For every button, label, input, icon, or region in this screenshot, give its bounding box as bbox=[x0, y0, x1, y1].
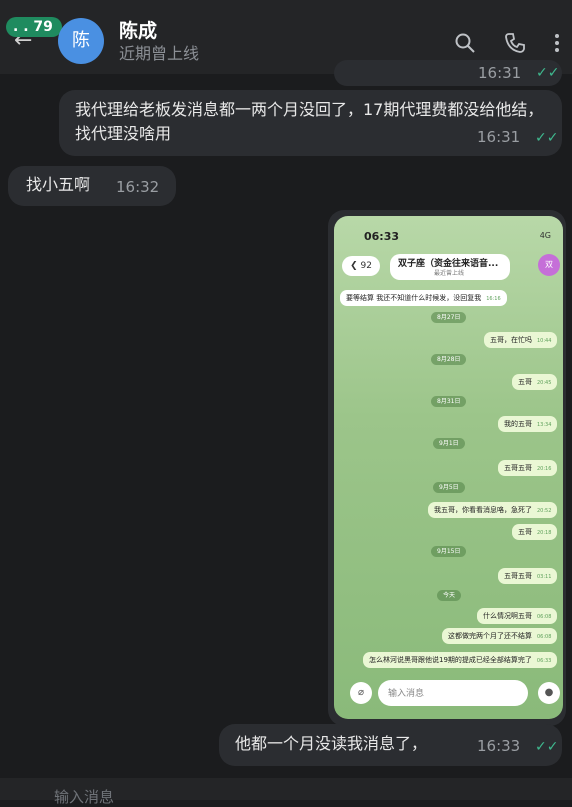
phone-date-separator: 9月1日 bbox=[433, 438, 465, 449]
phone-message-outgoing: 我五哥，你看看消息咯，急死了 20:52 bbox=[428, 502, 558, 518]
phone-message-incoming: 要等结算 我还不知道什么时候发，没回复我 16:16 bbox=[340, 290, 507, 306]
avatar[interactable]: 陈 bbox=[58, 18, 104, 64]
phone-message-text: 五哥 bbox=[518, 378, 532, 386]
phone-message-time: 13:34 bbox=[537, 422, 552, 428]
phone-icon[interactable] bbox=[504, 32, 526, 54]
phone-chat-header: ❮ 92 双子座（资金往来语音... 最近曾上线 双 bbox=[342, 254, 560, 280]
read-check-icon: ✓✓ bbox=[536, 65, 560, 81]
phone-message-outgoing: 五哥 20:45 bbox=[512, 374, 558, 390]
more-menu-icon[interactable] bbox=[546, 32, 568, 54]
message-bubble-incoming[interactable]: 找小五啊 16:32 bbox=[8, 166, 176, 206]
read-check-icon: ✓✓ bbox=[535, 130, 559, 146]
chevron-left-icon: ❮ bbox=[350, 261, 361, 271]
phone-message-time: 06:08 bbox=[537, 614, 552, 620]
phone-message-outgoing: 什么情况啊五哥 06:08 bbox=[477, 608, 558, 624]
phone-message-time: 20:16 bbox=[537, 466, 552, 472]
phone-message-outgoing: 这都做完两个月了还不结算 06:08 bbox=[442, 628, 558, 644]
phone-date-separator: 8月28日 bbox=[431, 354, 467, 365]
phone-back-button: ❮ 92 bbox=[342, 256, 380, 276]
phone-date-separator: 8月31日 bbox=[431, 396, 467, 407]
message-time: 16:32 bbox=[116, 178, 160, 196]
phone-back-count: 92 bbox=[360, 261, 372, 271]
phone-message-time: 10:44 bbox=[537, 338, 552, 344]
message-bubble-outgoing[interactable]: 他都一个月没读我消息了， 16:33 ✓✓ bbox=[219, 724, 562, 766]
screenshot-image[interactable]: 06:33 4G ❮ 92 双子座（资金往来语音... 最近曾上线 双 要等结算… bbox=[334, 216, 563, 719]
phone-message-outgoing: 五哥 20:18 bbox=[512, 524, 558, 540]
read-check-icon: ✓✓ bbox=[535, 739, 559, 755]
phone-message-outgoing: 五哥五哥 20:16 bbox=[498, 460, 558, 476]
search-icon[interactable] bbox=[454, 32, 476, 54]
phone-input-bar: ⌀ 输入消息 ● bbox=[342, 680, 560, 706]
phone-date-separator: 9月15日 bbox=[431, 546, 467, 557]
phone-message-time: 16:16 bbox=[486, 296, 501, 302]
phone-input-field: 输入消息 bbox=[378, 680, 528, 706]
phone-message-time: 20:18 bbox=[537, 530, 552, 536]
phone-chat-subtitle: 最近曾上线 bbox=[434, 270, 465, 277]
attach-icon: ⌀ bbox=[350, 682, 372, 704]
message-bubble-partial[interactable]: 16:31 ✓✓ bbox=[334, 60, 562, 86]
phone-message-outgoing: 怎么林河说黑哥跟他说19期的提成已经全部结算完了 06:33 bbox=[363, 652, 558, 668]
phone-avatar: 双 bbox=[538, 254, 560, 276]
phone-message-time: 03:11 bbox=[537, 574, 552, 580]
message-text: 找小五啊 bbox=[26, 175, 91, 194]
phone-message-text: 五哥五哥 bbox=[504, 572, 532, 580]
message-time: 16:31 bbox=[478, 64, 522, 82]
phone-input-placeholder: 输入消息 bbox=[388, 689, 425, 699]
contact-name[interactable]: 陈成 bbox=[119, 16, 157, 43]
message-input-placeholder[interactable]: 输入消息 bbox=[54, 786, 114, 807]
phone-status-time: 06:33 bbox=[364, 230, 400, 243]
phone-message-text: 什么情况啊五哥 bbox=[483, 612, 532, 620]
phone-network: 4G bbox=[539, 231, 551, 240]
message-bubble-outgoing[interactable]: 我代理给老板发消息都一两个月没回了，17期代理费都没给他结，找代理没啥用 16:… bbox=[59, 90, 562, 156]
phone-message-time: 06:08 bbox=[537, 634, 552, 640]
contact-status: 近期曾上线 bbox=[119, 44, 200, 63]
phone-date-separator: 9月5日 bbox=[433, 482, 465, 493]
phone-date-separator: 今天 bbox=[437, 590, 462, 601]
phone-date-separator: 8月27日 bbox=[431, 312, 467, 323]
phone-message-outgoing: 五哥，在忙吗 10:44 bbox=[484, 332, 558, 348]
microphone-icon: ● bbox=[538, 682, 560, 704]
unread-badge[interactable]: . . 79 bbox=[6, 17, 62, 37]
phone-status-bar: 06:33 4G bbox=[334, 216, 563, 246]
phone-message-outgoing: 五哥五哥 03:11 bbox=[498, 568, 558, 584]
message-text: 他都一个月没读我消息了， bbox=[235, 734, 428, 753]
phone-message-text: 怎么林河说黑哥跟他说19期的提成已经全部结算完了 bbox=[369, 656, 532, 664]
phone-message-time: 20:52 bbox=[537, 508, 552, 514]
phone-message-text: 五哥 bbox=[518, 528, 532, 536]
phone-message-text: 我五哥，你看看消息咯，急死了 bbox=[434, 506, 532, 514]
phone-message-text: 五哥，在忙吗 bbox=[490, 336, 532, 344]
phone-message-text: 这都做完两个月了还不结算 bbox=[448, 632, 532, 640]
phone-message-time: 06:33 bbox=[536, 658, 552, 664]
message-time: 16:31 bbox=[477, 128, 521, 146]
message-time: 16:33 bbox=[477, 737, 521, 755]
phone-message-text: 我的五哥 bbox=[504, 420, 532, 428]
phone-title-pill: 双子座（资金往来语音... 最近曾上线 bbox=[390, 254, 510, 280]
phone-message-text: 五哥五哥 bbox=[504, 464, 532, 472]
phone-message-time: 20:45 bbox=[537, 380, 552, 386]
phone-message-outgoing: 我的五哥 13:34 bbox=[498, 416, 558, 432]
phone-message-text: 要等结算 我还不知道什么时候发，没回复我 bbox=[346, 294, 482, 302]
message-input-bar[interactable]: 输入消息 bbox=[0, 778, 572, 806]
